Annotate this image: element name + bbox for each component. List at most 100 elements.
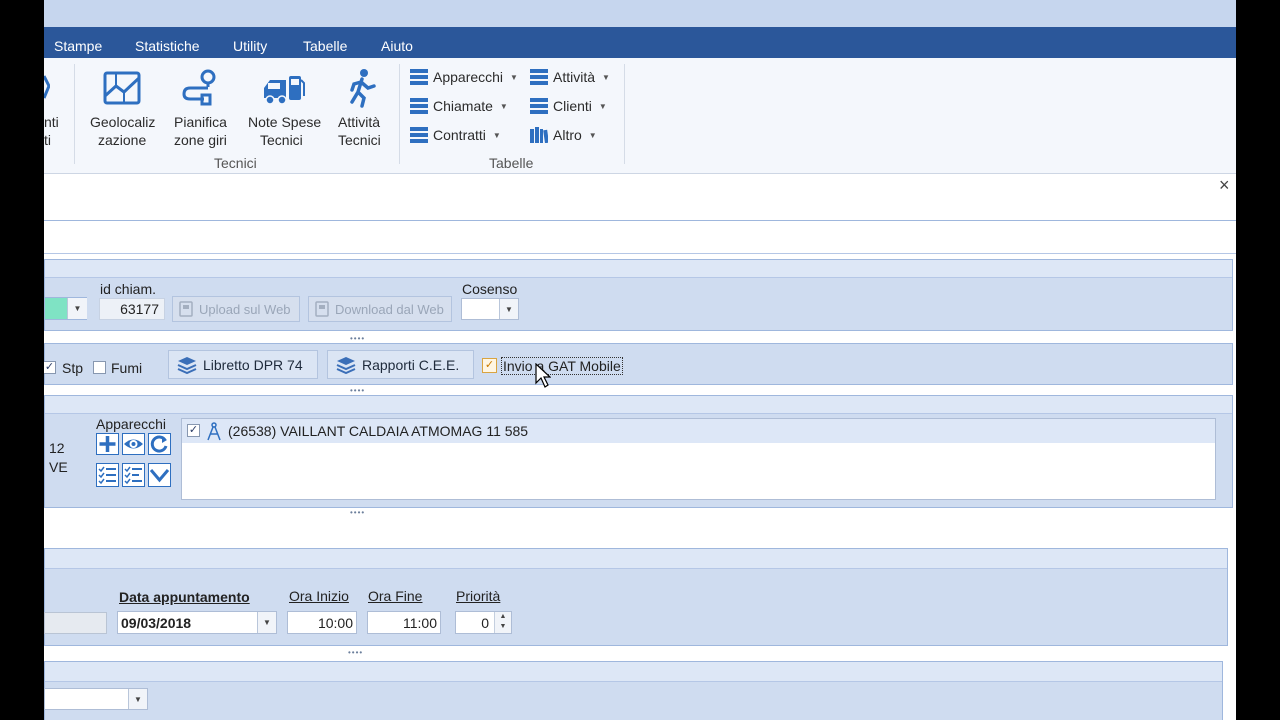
document-header <box>44 175 1236 221</box>
rapporti-label: Rapporti C.E.E. <box>362 356 460 373</box>
contratti-dropdown[interactable]: Contratti ▼ <box>410 124 501 146</box>
partial-readonly-field[interactable] <box>44 612 107 634</box>
map-icon <box>103 71 141 105</box>
attivita-dropdown[interactable]: Attività ▼ <box>530 66 610 88</box>
clienti-dropdown[interactable]: Clienti ▼ <box>530 95 607 117</box>
id-chiam-field[interactable]: 63177 <box>99 298 165 320</box>
chiamate-dropdown[interactable]: Chiamate ▼ <box>410 95 508 117</box>
clienti-label: Clienti <box>553 98 592 114</box>
group-label-tecnici: Tecnici <box>214 155 257 171</box>
list-item-checkbox[interactable]: ✓ <box>187 424 200 437</box>
menu-utility[interactable]: Utility <box>233 38 267 54</box>
pianifica-zone-giri-button[interactable]: Pianifica zone giri <box>168 64 236 154</box>
stp-label: Stp <box>62 360 84 376</box>
apparecchi-label: Apparecchi <box>433 69 504 85</box>
upload-icon <box>179 301 193 317</box>
table-icon <box>410 69 428 85</box>
running-person-icon <box>350 69 376 108</box>
libretto-label: Libretto DPR 74 <box>203 356 303 373</box>
books-icon <box>530 127 548 143</box>
title-bar <box>44 0 1236 27</box>
download-web-button[interactable]: Download dal Web <box>308 296 452 322</box>
panel-bottom <box>44 661 1223 720</box>
partial-ribbon-button[interactable]: nti ti <box>44 58 72 158</box>
panel-header <box>45 662 1222 682</box>
apparecchi-list[interactable]: ✓ (26538) VAILLANT CALDAIA ATMOMAG 11 58… <box>181 418 1216 500</box>
panel-header <box>45 396 1232 414</box>
menu-aiuto[interactable]: Aiuto <box>381 38 413 54</box>
id-chiam-value: 63177 <box>120 301 159 317</box>
cosenso-combo[interactable]: ▼ <box>461 298 519 320</box>
chevron-down-icon[interactable]: ▼ <box>128 689 147 709</box>
attivita-tecnici-line2: Tecnici <box>338 132 381 148</box>
van-fuel-icon <box>264 76 305 105</box>
pianifica-line2: zone giri <box>174 132 227 148</box>
layers-icon <box>336 356 356 374</box>
splitter-grip[interactable]: •••• <box>350 509 370 517</box>
note-spese-tecnici-button[interactable]: Note Spese Tecnici <box>244 64 324 154</box>
priorita-stepper[interactable]: 0 ▲ ▼ <box>455 611 512 634</box>
chevron-down-icon: ▼ <box>588 130 597 140</box>
close-icon[interactable]: × <box>1219 175 1230 196</box>
ribbon-separator <box>624 64 625 164</box>
status-combo[interactable]: ▼ <box>44 297 87 320</box>
partial-value-ve: VE <box>49 459 68 475</box>
ora-fine-field[interactable]: 11:00 <box>367 611 441 634</box>
fumi-label: Fumi <box>111 360 143 376</box>
geolocalizzazione-button[interactable]: Geolocaliz zazione <box>84 64 160 154</box>
upload-web-label: Upload sul Web <box>199 301 291 317</box>
attivita-label: Attività <box>553 69 596 85</box>
list-item[interactable]: ✓ (26538) VAILLANT CALDAIA ATMOMAG 11 58… <box>182 419 1215 443</box>
attivita-tecnici-button[interactable]: Attività Tecnici <box>332 64 392 154</box>
ora-inizio-value: 10:00 <box>317 614 353 631</box>
note-spese-line1: Note Spese <box>248 114 322 130</box>
chevron-down-icon[interactable]: ▼ <box>257 612 276 633</box>
splitter-grip[interactable]: •••• <box>350 387 370 395</box>
menu-tabelle[interactable]: Tabelle <box>303 38 347 54</box>
refresh-apparecchio-button[interactable] <box>148 433 171 455</box>
route-pin-icon <box>182 69 216 106</box>
view-apparecchio-button[interactable] <box>122 433 145 455</box>
chevron-down-icon[interactable]: ▼ <box>499 299 518 319</box>
menu-stampe[interactable]: Stampe <box>54 38 102 54</box>
partial-value-12: 12 <box>49 440 65 456</box>
table-icon <box>530 98 548 114</box>
layers-icon <box>177 356 197 374</box>
checklist-button[interactable] <box>96 463 119 487</box>
splitter-grip[interactable]: •••• <box>350 335 370 343</box>
chevron-down-icon: ▼ <box>510 72 518 82</box>
fumi-checkbox[interactable] <box>93 361 106 374</box>
upload-web-button[interactable]: Upload sul Web <box>172 296 300 322</box>
add-apparecchio-button[interactable] <box>96 433 119 455</box>
ora-inizio-label: Ora Inizio <box>289 588 349 604</box>
ora-inizio-field[interactable]: 10:00 <box>287 611 357 634</box>
chevron-down-icon[interactable]: ▼ <box>67 298 87 319</box>
group-label-tabelle: Tabelle <box>489 155 534 171</box>
stp-checkbox[interactable]: ✓ <box>43 361 56 374</box>
plus-icon <box>99 436 116 452</box>
checklist-icon <box>98 466 116 485</box>
table-icon <box>410 127 428 143</box>
bottom-combo[interactable]: ▼ <box>44 688 148 710</box>
rapporti-cee-button[interactable]: Rapporti C.E.E. <box>327 350 474 379</box>
ora-fine-label: Ora Fine <box>368 588 423 604</box>
apparecchi-dropdown[interactable]: Apparecchi ▼ <box>410 66 518 88</box>
altro-label: Altro <box>553 127 582 143</box>
data-appuntamento-field[interactable]: 09/03/2018 ▼ <box>117 611 277 634</box>
menu-statistiche[interactable]: Statistiche <box>135 38 200 54</box>
altro-dropdown[interactable]: Altro ▼ <box>530 124 597 146</box>
geolocalizzazione-line1: Geolocaliz <box>90 114 156 130</box>
check-all-button[interactable] <box>148 463 171 487</box>
stepper-buttons[interactable]: ▲ ▼ <box>494 612 511 633</box>
chiamate-label: Chiamate <box>433 98 493 114</box>
ribbon-separator <box>74 64 75 164</box>
splitter-grip[interactable]: •••• <box>348 649 368 657</box>
invio-gat-checkbox[interactable]: ✓ <box>482 358 497 373</box>
panel-header <box>45 549 1227 569</box>
libretto-dpr74-button[interactable]: Libretto DPR 74 <box>168 350 318 379</box>
priorita-label: Priorità <box>456 588 501 604</box>
table-icon <box>530 69 548 85</box>
checklist-edit-button[interactable] <box>122 463 145 487</box>
partial-line2: ti <box>44 132 51 148</box>
data-appuntamento-label: Data appuntamento <box>119 589 250 605</box>
